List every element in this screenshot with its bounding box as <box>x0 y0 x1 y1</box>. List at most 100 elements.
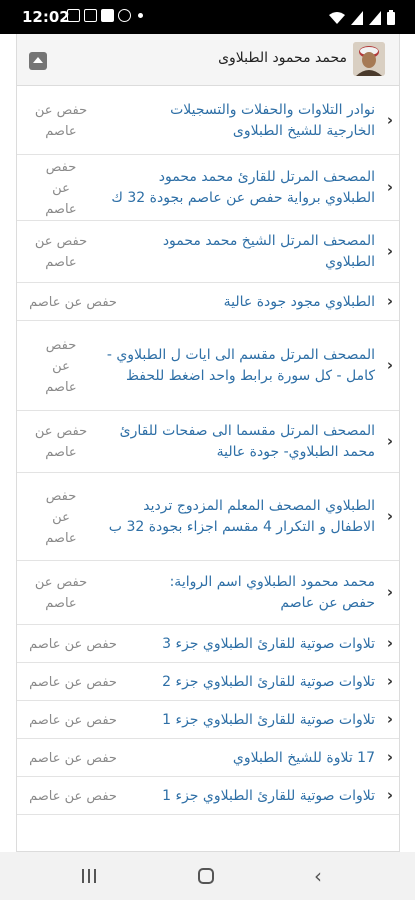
narration-label-line: عاصم <box>45 596 77 611</box>
recitation-title-line: الخارجية للشيخ الطبلاوى <box>232 123 375 139</box>
narration-label: حفص عن عاصم <box>21 748 125 769</box>
wifi-icon <box>329 11 345 25</box>
recitation-title-line: الطبلاوي <box>325 254 375 270</box>
recitation-title[interactable]: الطبلاوي المصحف المعلم المزدوج ترديد الاط… <box>109 496 375 538</box>
recitation-title[interactable]: تلاوات صوتية للقارئ الطبلاوي جزء 1 <box>162 786 375 807</box>
chevron-icon: ‹ <box>386 634 393 652</box>
list-item[interactable]: ‹ تلاوات صوتية للقارئ الطبلاوي جزء 2 حفص ع… <box>17 663 399 701</box>
list-item[interactable]: ‹ تلاوات صوتية للقارئ الطبلاوي جزء 1 حفص ع… <box>17 777 399 815</box>
recitation-title-line: حفص عن عاصم <box>280 595 375 611</box>
list-item[interactable]: ‹ الطبلاوي مجود جودة عالية حفص عن عاصم <box>17 283 399 321</box>
recitation-title-line: المصحف المرتل مقسم الى ايات ل الطبلاوي - <box>106 347 375 363</box>
signal-icon-2 <box>369 11 381 25</box>
recitation-list: ‹ نوادر التلاوات والحفلات والتسجيلات الخار… <box>17 87 399 815</box>
narration-label-line: حفص عن عاصم <box>29 750 117 766</box>
recitation-title-line: محمد محمود الطبلاوي اسم الرواية: <box>169 574 375 590</box>
list-item[interactable]: ‹ المصحف المرتل مقسم الى ايات ل الطبلاوي … <box>17 321 399 411</box>
narration-label-line: حفص عن <box>34 234 88 249</box>
narration-label: حفص عن عاصم <box>21 421 101 463</box>
recitation-title[interactable]: المصحف المرتل للقارئ محمد محمود الطبلاوي … <box>111 167 375 209</box>
recitation-title-line: تلاوات صوتية للقارئ الطبلاوي جزء 1 <box>162 787 375 804</box>
narration-label-line: عاصم <box>45 379 77 395</box>
recitation-title[interactable]: تلاوات صوتية للقارئ الطبلاوي جزء 3 <box>162 634 375 655</box>
list-item[interactable]: ‹ الطبلاوي المصحف المعلم المزدوج ترديد الا… <box>17 473 399 561</box>
home-icon[interactable] <box>198 868 214 884</box>
list-item[interactable]: ‹ محمد محمود الطبلاوي اسم الرواية: حفص عن … <box>17 561 399 625</box>
recitation-title[interactable]: المصحف المرتل الشيخ محمد محمود الطبلاوي <box>163 231 375 273</box>
chevron-icon: ‹ <box>386 111 393 129</box>
narration-label-line: عاصم <box>45 201 77 217</box>
recitation-title[interactable]: الطبلاوي مجود جودة عالية <box>224 292 375 313</box>
narration-label-line: عن <box>52 358 70 374</box>
recitation-title[interactable]: محمد محمود الطبلاوي اسم الرواية: حفص عن ع… <box>170 572 375 614</box>
collapse-up-icon[interactable] <box>29 52 47 70</box>
back-icon[interactable]: ‹ <box>314 866 322 886</box>
recitation-title-line: محمد الطبلاوي- جودة عالية <box>216 444 375 460</box>
narration-label-line: حفص عن عاصم <box>29 674 117 690</box>
chevron-icon: ‹ <box>386 786 393 804</box>
recitation-title[interactable]: المصحف المرتل مقسم الى ايات ل الطبلاوي -… <box>107 345 375 387</box>
status-time: 12:02 <box>22 8 70 26</box>
recitation-title[interactable]: تلاوات صوتية للقارئ الطبلاوي جزء 1 <box>162 710 375 731</box>
recitation-title[interactable]: 17 تلاوة للشيخ الطبلاوي <box>233 748 375 769</box>
recent-apps-icon[interactable] <box>82 869 98 883</box>
narration-label-line: عاصم <box>45 124 77 139</box>
status-right-icons <box>329 9 395 25</box>
download-icon <box>101 9 114 22</box>
narration-label-line: حفص <box>45 159 77 175</box>
signal-icon <box>351 11 363 25</box>
recitation-title-line: الطبلاوي المصحف المعلم المزدوج ترديد <box>143 498 375 514</box>
status-left-icons <box>67 9 143 22</box>
narration-label-line: حفص عن عاصم <box>29 788 117 804</box>
list-item[interactable]: ‹ المصحف المرتل الشيخ محمد محمود الطبلاوي ح… <box>17 221 399 283</box>
narration-label-line: عن <box>52 180 70 196</box>
narration-label-line: عاصم <box>45 255 77 270</box>
narration-label-line: حفص عن عاصم <box>29 636 117 652</box>
panel-header[interactable]: محمد محمود الطبلاوى <box>17 34 399 86</box>
list-item[interactable]: ‹ المصحف المرتل مقسما الى صفحات للقارئ محم… <box>17 411 399 473</box>
chevron-icon: ‹ <box>386 583 393 601</box>
list-item[interactable]: ‹ 17 تلاوة للشيخ الطبلاوي حفص عن عاصم <box>17 739 399 777</box>
narration-label: حفص عن عاصم <box>21 634 125 655</box>
recitation-title-line: كامل - كل سورة برابط واحد اضغط للحفظ <box>125 368 375 384</box>
chevron-icon: ‹ <box>386 507 393 525</box>
recitation-title-line: المصحف المرتل الشيخ محمد محمود <box>162 233 375 249</box>
list-item[interactable]: ‹ تلاوات صوتية للقارئ الطبلاوي جزء 3 حفص ع… <box>17 625 399 663</box>
chevron-icon: ‹ <box>386 672 393 690</box>
list-item[interactable]: ‹ المصحف المرتل للقارئ محمد محمود الطبلاوي… <box>17 155 399 221</box>
recitation-title[interactable]: نوادر التلاوات والحفلات والتسجيلات الخارج… <box>170 100 375 142</box>
recitation-title[interactable]: المصحف المرتل مقسما الى صفحات للقارئ محمد… <box>120 421 375 463</box>
narration-label: حفص عن عاصم <box>21 710 125 731</box>
image-icon <box>84 9 97 22</box>
narration-label-line: عاصم <box>45 445 77 460</box>
chevron-icon: ‹ <box>386 710 393 728</box>
chevron-icon: ‹ <box>386 242 393 260</box>
narration-label: حفص عن عاصم <box>21 486 101 549</box>
whatsapp-icon <box>118 9 131 22</box>
narration-label-line: حفص <box>45 337 77 353</box>
gallery-icon <box>67 9 80 22</box>
narration-label-line: حفص عن <box>34 424 88 439</box>
narration-label: حفص عن عاصم <box>21 231 101 273</box>
narration-label-line: عاصم <box>45 530 77 546</box>
narration-label: حفص عن عاصم <box>21 672 125 693</box>
narration-label: حفص عن عاصم <box>21 157 101 220</box>
chevron-icon: ‹ <box>386 432 393 450</box>
status-bar: 12:02 <box>0 0 415 34</box>
recitation-title-line: الطبلاوي مجود جودة عالية <box>223 293 375 310</box>
recitation-title-line: الطبلاوي برواية حفص عن عاصم بجودة 32 ك <box>111 190 375 206</box>
recitation-title[interactable]: تلاوات صوتية للقارئ الطبلاوي جزء 2 <box>162 672 375 693</box>
recitation-title-line: تلاوات صوتية للقارئ الطبلاوي جزء 2 <box>162 673 375 690</box>
recitation-title-line: 17 تلاوة للشيخ الطبلاوي <box>232 749 375 766</box>
narration-label: حفص عن عاصم <box>21 572 101 614</box>
narration-label-line: حفص <box>45 488 77 504</box>
narration-label-line: حفص عن <box>34 103 88 118</box>
notification-dot-icon <box>138 13 143 18</box>
list-item[interactable]: ‹ نوادر التلاوات والحفلات والتسجيلات الخار… <box>17 87 399 155</box>
narration-label-line: حفص عن عاصم <box>29 294 117 310</box>
battery-icon <box>387 10 395 25</box>
recitation-title-line: المصحف المرتل للقارئ محمد محمود <box>158 169 375 185</box>
recitation-title-line: تلاوات صوتية للقارئ الطبلاوي جزء 1 <box>162 711 375 728</box>
reciter-name: محمد محمود الطبلاوى <box>218 50 347 66</box>
list-item[interactable]: ‹ تلاوات صوتية للقارئ الطبلاوي جزء 1 حفص ع… <box>17 701 399 739</box>
